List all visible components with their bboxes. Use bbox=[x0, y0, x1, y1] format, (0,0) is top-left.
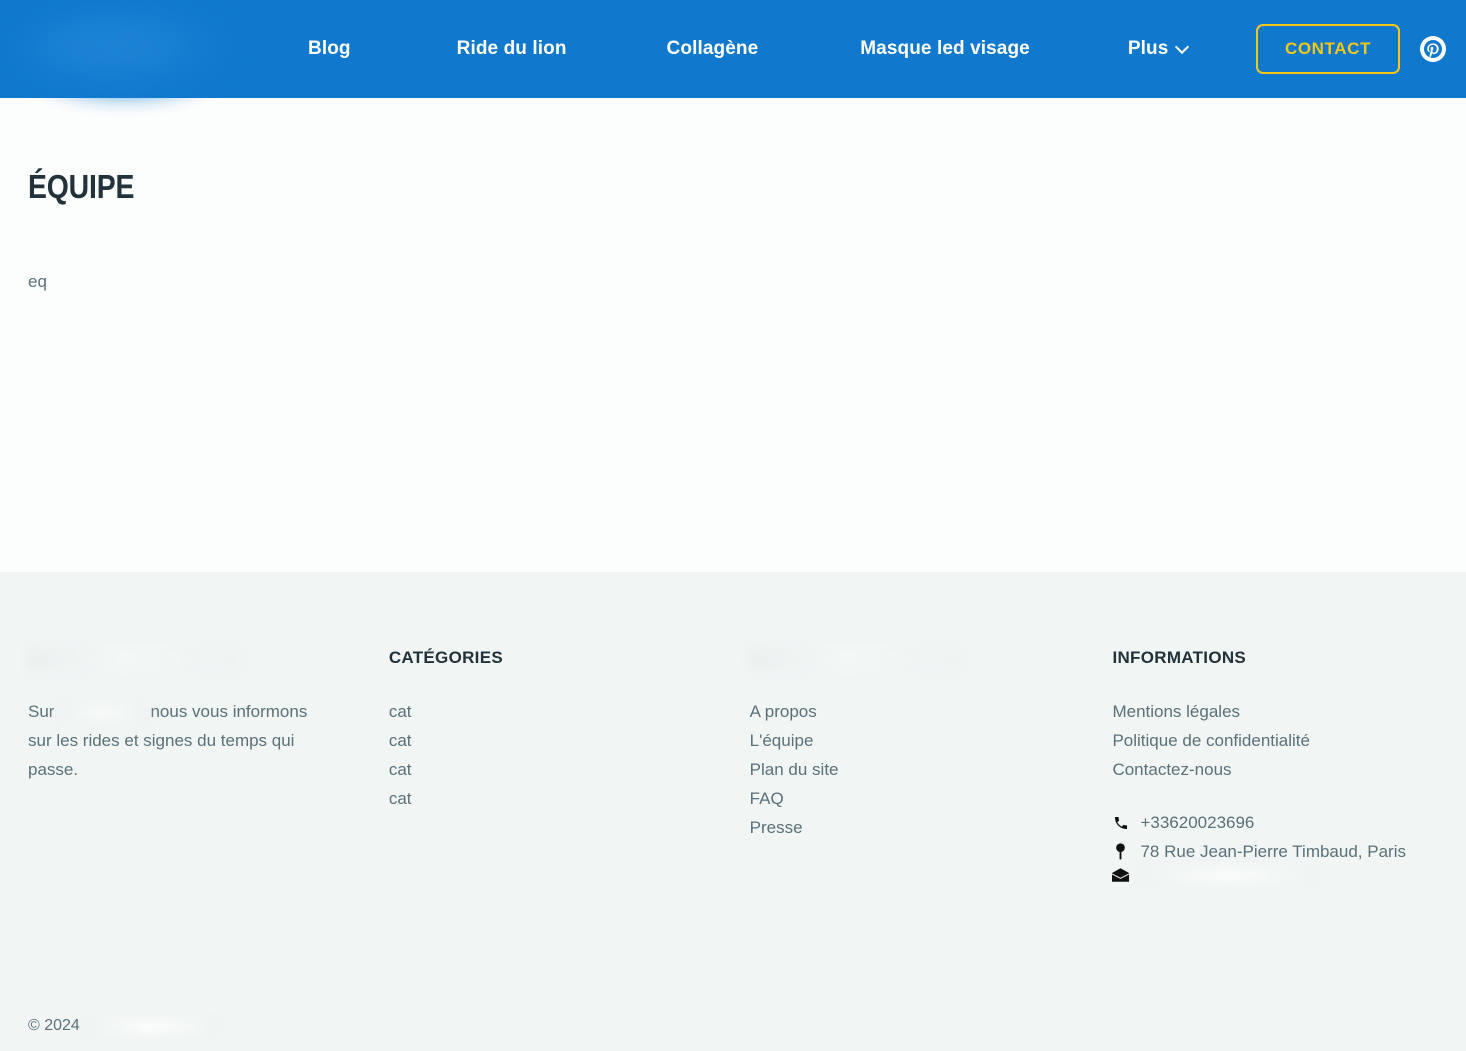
footer-column-pages: A propos L'équipe Plan du site FAQ Press… bbox=[749, 648, 1113, 883]
footer-link-faq[interactable]: FAQ bbox=[750, 784, 1113, 813]
nav-item-label: Plus bbox=[1127, 38, 1169, 59]
footer-category-link[interactable]: cat bbox=[389, 726, 750, 755]
header-actions: CONTACT bbox=[1255, 24, 1466, 74]
copyright-text: © 2024 bbox=[28, 1017, 80, 1034]
footer-brand-name-blurred bbox=[56, 705, 149, 721]
nav-item-label: Ride du lion bbox=[456, 38, 567, 59]
footer-pages-heading bbox=[749, 648, 960, 670]
nav-item-collagene[interactable]: Collagène bbox=[645, 38, 781, 60]
footer-email-blurred bbox=[1140, 866, 1319, 883]
main-navigation: Blog Ride du lion Collagène Masque led v… bbox=[260, 38, 1256, 60]
site-logo[interactable] bbox=[0, 0, 250, 98]
nav-item-plus[interactable]: Plus bbox=[1106, 38, 1211, 60]
site-header: Blog Ride du lion Collagène Masque led v… bbox=[0, 0, 1466, 98]
main-content: ÉQUIPE eq bbox=[0, 98, 1466, 572]
site-footer: Sur nous vous informons sur les rides et … bbox=[0, 572, 1466, 1051]
footer-informations-heading: INFORMATIONS bbox=[1112, 648, 1247, 667]
nav-item-label: Collagène bbox=[666, 38, 759, 59]
footer-columns: Sur nous vous informons sur les rides et … bbox=[28, 572, 1438, 883]
footer-categories-heading: CATÉGORIES bbox=[388, 648, 503, 667]
footer-link-a-propos[interactable]: A propos bbox=[750, 697, 1113, 726]
nav-item-masque-led-visage[interactable]: Masque led visage bbox=[838, 38, 1052, 60]
location-pin-icon bbox=[1112, 843, 1129, 860]
footer-email-row[interactable] bbox=[1112, 866, 1438, 883]
phone-icon bbox=[1112, 814, 1129, 831]
footer-link-lequipe[interactable]: L'équipe bbox=[750, 726, 1113, 755]
contact-button[interactable]: CONTACT bbox=[1255, 24, 1400, 74]
footer-phone-number: +33620023696 bbox=[1140, 813, 1255, 832]
envelope-icon bbox=[1112, 866, 1130, 883]
footer-category-link[interactable]: cat bbox=[389, 784, 750, 813]
footer-address-row[interactable]: 78 Rue Jean-Pierre Timbaud, Paris bbox=[1112, 837, 1438, 866]
footer-about-text: Sur nous vous informons sur les rides et … bbox=[28, 697, 328, 784]
nav-item-ride-du-lion[interactable]: Ride du lion bbox=[435, 38, 589, 60]
nav-item-label: Masque led visage bbox=[860, 38, 1030, 59]
footer-address: 78 Rue Jean-Pierre Timbaud, Paris bbox=[1140, 842, 1406, 861]
footer-about-text-before: Sur bbox=[28, 702, 55, 721]
page-body-text: eq bbox=[28, 272, 47, 291]
footer-link-contactez-nous[interactable]: Contactez-nous bbox=[1112, 755, 1438, 784]
footer-phone-row[interactable]: +33620023696 bbox=[1112, 808, 1438, 837]
footer-column-informations: INFORMATIONS Mentions légales Politique … bbox=[1112, 648, 1438, 883]
footer-link-plan-du-site[interactable]: Plan du site bbox=[750, 755, 1113, 784]
footer-category-link[interactable]: cat bbox=[389, 755, 750, 784]
site-logo-blurred-image bbox=[18, 6, 230, 94]
footer-link-mentions-legales[interactable]: Mentions légales bbox=[1112, 697, 1438, 726]
chevron-down-icon bbox=[1177, 42, 1188, 53]
nav-item-label: Blog bbox=[308, 38, 351, 59]
footer-column-about: Sur nous vous informons sur les rides et … bbox=[28, 648, 389, 883]
pinterest-icon[interactable] bbox=[1420, 36, 1446, 62]
footer-link-politique-confidentialite[interactable]: Politique de confidentialité bbox=[1112, 726, 1438, 755]
footer-column-categories: CATÉGORIES cat cat cat cat bbox=[389, 648, 750, 883]
copyright-site-name-blurred bbox=[85, 1018, 216, 1034]
footer-link-presse[interactable]: Presse bbox=[750, 813, 1113, 842]
footer-contact-list: +33620023696 78 Rue Jean-Pierre Timbaud,… bbox=[1112, 808, 1438, 883]
nav-item-blog[interactable]: Blog bbox=[286, 38, 373, 60]
page-title: ÉQUIPE bbox=[28, 168, 135, 205]
copyright: © 2024 bbox=[28, 1017, 216, 1035]
footer-about-heading bbox=[28, 648, 238, 670]
footer-category-link[interactable]: cat bbox=[389, 697, 750, 726]
